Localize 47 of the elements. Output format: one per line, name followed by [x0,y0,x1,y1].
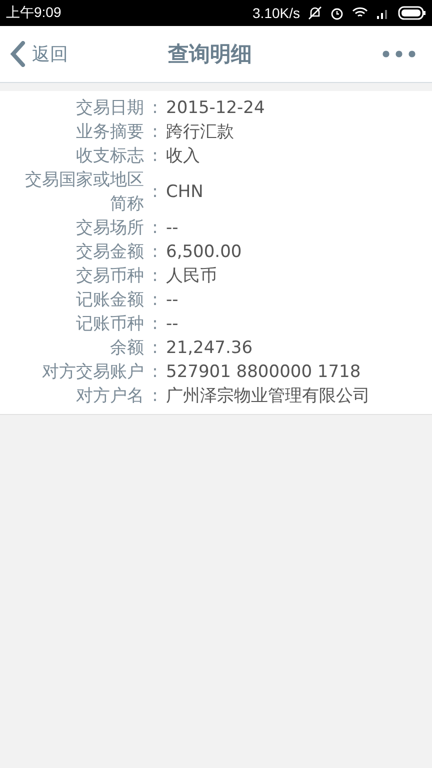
colon: : [151,121,159,144]
field-label: 交易国家或地区简称 [24,169,144,216]
field-value: 人民币 [166,265,217,288]
colon: : [151,97,159,120]
field-label: 交易日期 [75,97,144,120]
field-value: 收入 [166,145,200,168]
field-label: 记账币种 [75,313,144,336]
colon: : [151,265,159,288]
field-value: -- [166,313,178,336]
field-label: 对方户名 [75,385,144,408]
field-value: 21,247.36 [166,337,253,360]
page-title: 查询明细 [168,41,252,68]
field-label: 交易币种 [75,265,144,288]
chevron-left-icon [10,41,26,67]
more-icon[interactable] [382,50,416,58]
field-value: -- [166,289,178,312]
colon: : [151,361,159,384]
status-time: 上午9:09 [6,4,62,22]
field-value: 跨行汇款 [166,121,234,144]
network-speed: 3.10K/s [252,5,300,21]
field-label: 对方交易账户 [41,361,144,384]
field-value: CHN [166,181,204,204]
field-label: 交易金额 [75,241,144,264]
colon: : [151,385,159,408]
colon: : [151,217,159,240]
colon: : [151,181,159,204]
field-label: 交易场所 [75,217,144,240]
field-label: 收支标志 [75,145,144,168]
back-button[interactable]: 返回 [10,41,68,67]
field-value: 2015-12-24 [166,97,265,120]
field-label: 余额 [109,337,144,360]
battery-icon [398,6,426,20]
colon: : [151,289,159,312]
wifi-icon [352,7,368,19]
alarm-icon [330,6,344,20]
field-value: -- [166,217,178,240]
colon: : [151,337,159,360]
field-value: 527901 8800000 1718 [166,361,361,384]
field-value: 广州泽宗物业管理有限公司 [166,385,370,408]
colon: : [151,145,159,168]
colon: : [151,313,159,336]
field-label: 记账金额 [75,289,144,312]
field-value: 6,500.00 [166,241,242,264]
field-label: 业务摘要 [75,121,144,144]
muted-bell-icon [308,6,322,20]
colon: : [151,241,159,264]
signal-icon [376,7,390,19]
